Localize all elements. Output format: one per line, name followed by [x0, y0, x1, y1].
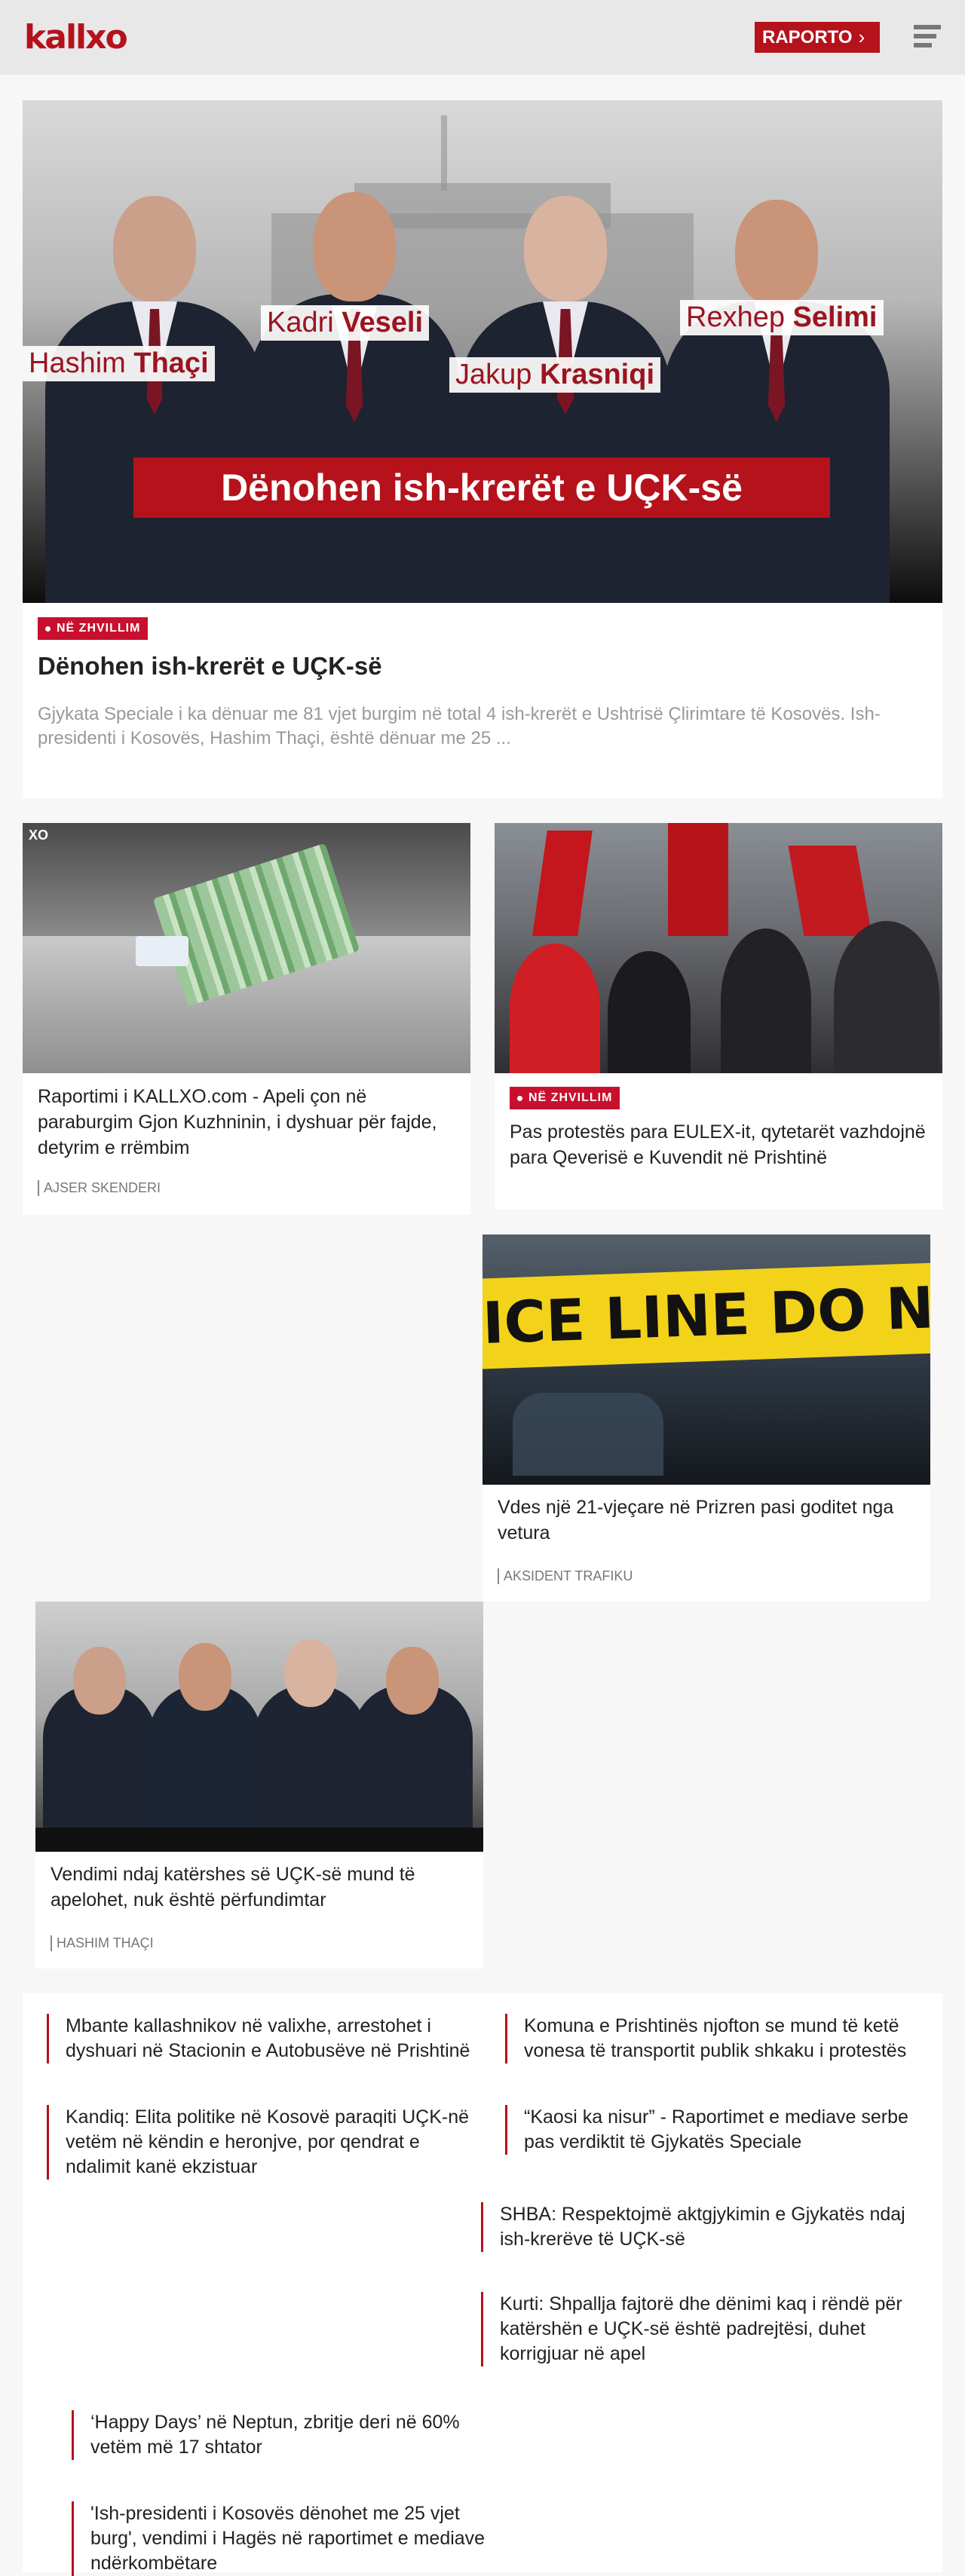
live-badge: NË ZHVILLIM	[510, 1087, 620, 1109]
hero-name-label: Jakup Krasniqi	[449, 357, 661, 393]
link-item[interactable]: Komuna e Prishtinës njofton se mund të k…	[505, 2014, 942, 2064]
article-author[interactable]: AJSER SKENDERI	[38, 1180, 161, 1196]
link-item[interactable]: Kurti: Shpallja fajtorë dhe dënimi kaq i…	[481, 2292, 933, 2366]
top-bar: kallxo RAPORTO ›	[0, 0, 965, 75]
hero-name-label: Rexhep Selimi	[680, 300, 884, 335]
live-badge: NË ZHVILLIM	[38, 617, 149, 640]
article-card[interactable]: ICE LINE DO NOT CRO Vdes një 21-vjeçare …	[482, 1234, 930, 1601]
chevron-right-icon: ›	[858, 26, 865, 48]
hero-article[interactable]: Hashim Thaçi Kadri Veseli Jakup Krasniqi…	[23, 100, 942, 798]
hero-image[interactable]: Hashim Thaçi Kadri Veseli Jakup Krasniqi…	[23, 100, 942, 603]
dot-icon	[45, 626, 51, 632]
report-button-label: RAPORTO	[762, 26, 853, 47]
link-item[interactable]: Kandiq: Elita politike në Kosovë paraqit…	[47, 2105, 484, 2180]
link-item[interactable]: ‘Happy Days’ në Neptun, zbritje deri në …	[72, 2410, 509, 2460]
article-author[interactable]: HASHIM THAÇI	[51, 1935, 154, 1951]
hero-image-banner: Dënohen ish-krerët e UÇK-së	[133, 457, 830, 518]
article-title[interactable]: Pas protestës para EULEX-it, qytetarët v…	[510, 1119, 932, 1170]
person-1	[45, 181, 264, 603]
xo-watermark: XO	[29, 828, 49, 843]
link-item[interactable]: SHBA: Respektojmë aktgjykimin e Gjykatës…	[481, 2202, 933, 2252]
person-4	[663, 181, 890, 603]
hero-title[interactable]: Dënohen ish-krerët e UÇK-së	[38, 652, 382, 681]
hero-name-label: Hashim Thaçi	[23, 346, 215, 381]
live-badge-label: NË ZHVILLIM	[528, 1091, 613, 1104]
dot-icon	[517, 1095, 522, 1101]
article-title[interactable]: Raportimi i KALLXO.com - Apeli çon në pa…	[38, 1084, 452, 1161]
article-title[interactable]: Vdes një 21-vjeçare në Prizren pasi godi…	[498, 1495, 912, 1546]
hamburger-menu-icon[interactable]	[914, 25, 941, 47]
hero-name-label: Kadri Veseli	[261, 305, 430, 341]
kallxo-logo[interactable]: kallxo	[24, 18, 128, 57]
article-card[interactable]: NË ZHVILLIM Pas protestës para EULEX-it,…	[495, 823, 942, 1209]
hero-description: Gjykata Speciale i ka dënuar me 81 vjet …	[38, 704, 881, 748]
article-card[interactable]: XO Raportimi i KALLXO.com - Apeli çon në…	[23, 823, 470, 1215]
article-author[interactable]: AKSIDENT TRAFIKU	[498, 1568, 633, 1584]
article-thumbnail[interactable]: XO	[23, 823, 470, 1073]
related-links-section: Mbante kallashnikov në valixhe, arrestoh…	[23, 1993, 942, 2576]
link-item[interactable]: Mbante kallashnikov në valixhe, arrestoh…	[47, 2014, 484, 2064]
link-item[interactable]: “Kaosi ka nisur” - Raportimet e mediave …	[505, 2105, 942, 2155]
link-item[interactable]: 'Ish-presidenti i Kosovës dënohet me 25 …	[72, 2501, 509, 2576]
article-thumbnail[interactable]	[495, 823, 942, 1073]
report-button[interactable]: RAPORTO ›	[755, 22, 880, 53]
article-title[interactable]: Vendimi ndaj katërshes së UÇK-së mund të…	[51, 1862, 465, 1913]
live-badge-label: NË ZHVILLIM	[57, 622, 141, 635]
person-2	[249, 166, 460, 603]
article-card[interactable]: Vendimi ndaj katërshes së UÇK-së mund të…	[35, 1602, 483, 1969]
article-thumbnail[interactable]	[35, 1602, 483, 1852]
article-thumbnail[interactable]: ICE LINE DO NOT CRO	[482, 1234, 930, 1485]
